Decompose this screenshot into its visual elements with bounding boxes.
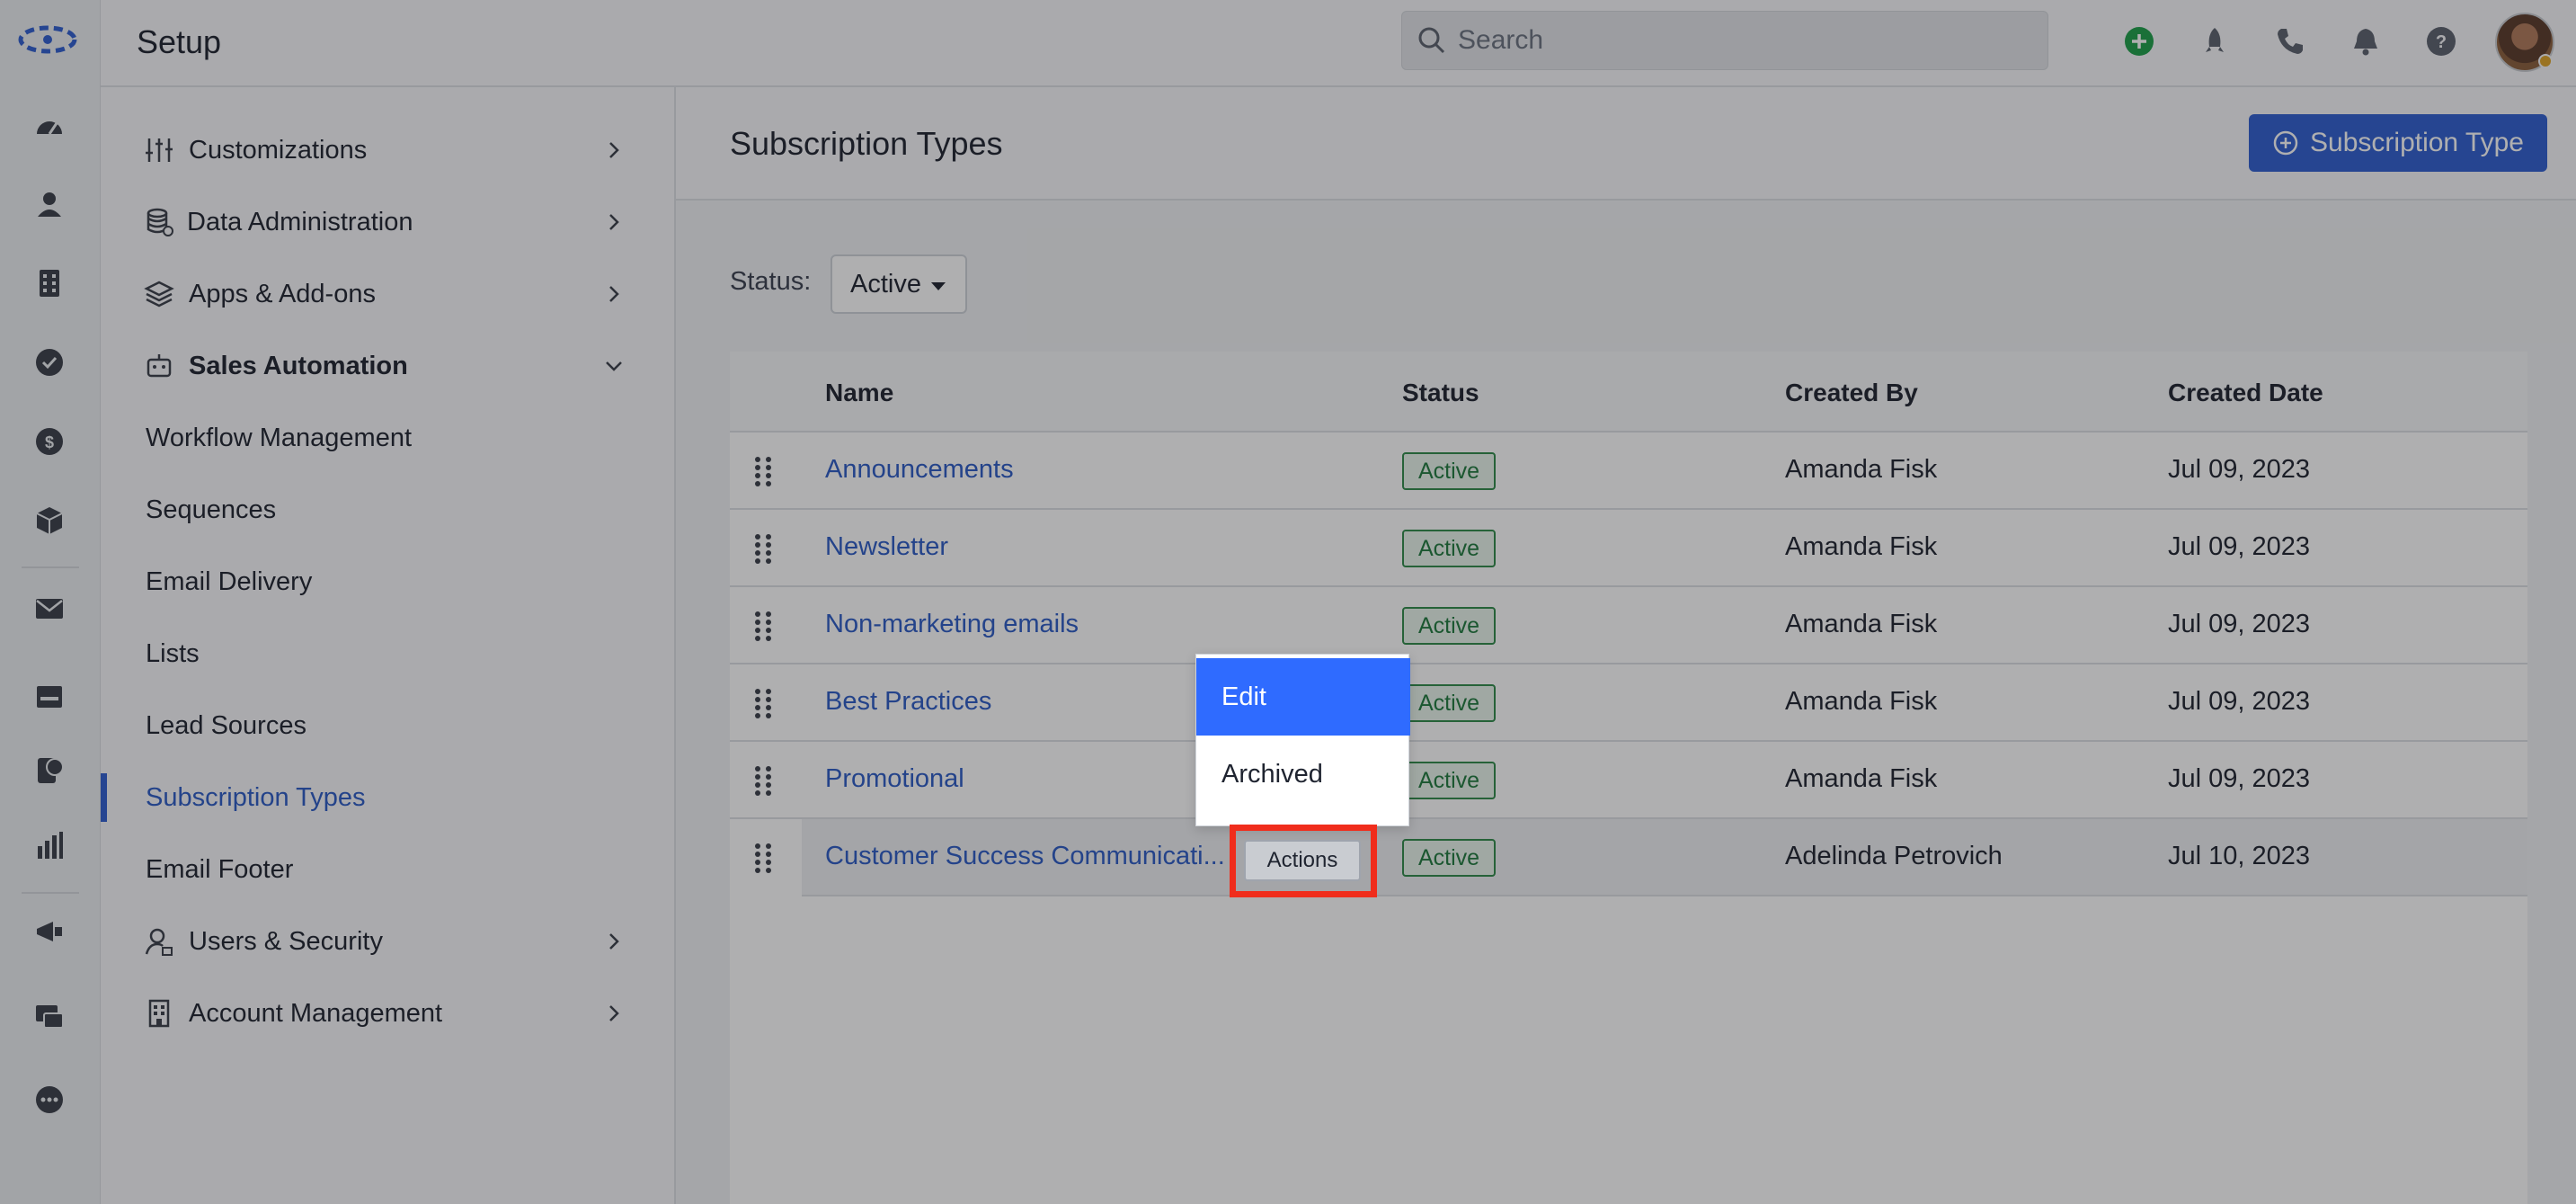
modal-backdrop[interactable] xyxy=(0,0,2576,1204)
menu-item-edit[interactable]: Edit xyxy=(1196,658,1410,736)
row-actions-menu: Edit Archived xyxy=(1195,654,1410,826)
menu-item-archived[interactable]: Archived xyxy=(1196,736,1410,813)
actions-button[interactable]: Actions xyxy=(1244,840,1361,881)
